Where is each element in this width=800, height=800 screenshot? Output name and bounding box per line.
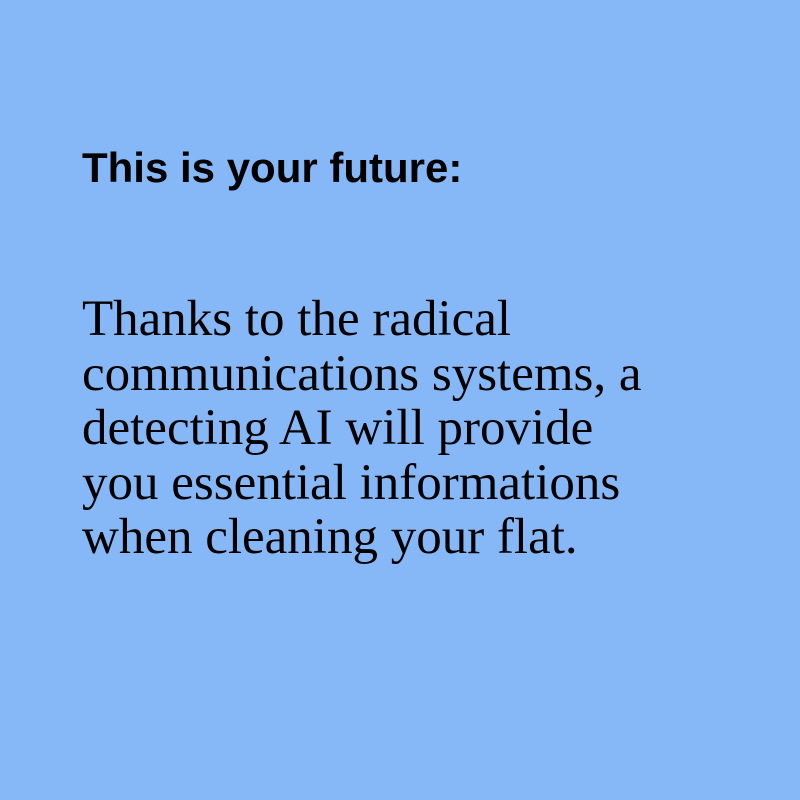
body-line: detecting AI will provide <box>82 400 594 456</box>
body-line: you essential informations <box>82 454 621 511</box>
heading: This is your future: <box>82 144 463 191</box>
body-text: Thanks to the radical communications sys… <box>82 292 642 565</box>
body-line: communications systems, a <box>82 345 642 402</box>
body-line: when cleaning your flat. <box>82 509 578 565</box>
body-line: Thanks to the radical <box>82 291 512 347</box>
